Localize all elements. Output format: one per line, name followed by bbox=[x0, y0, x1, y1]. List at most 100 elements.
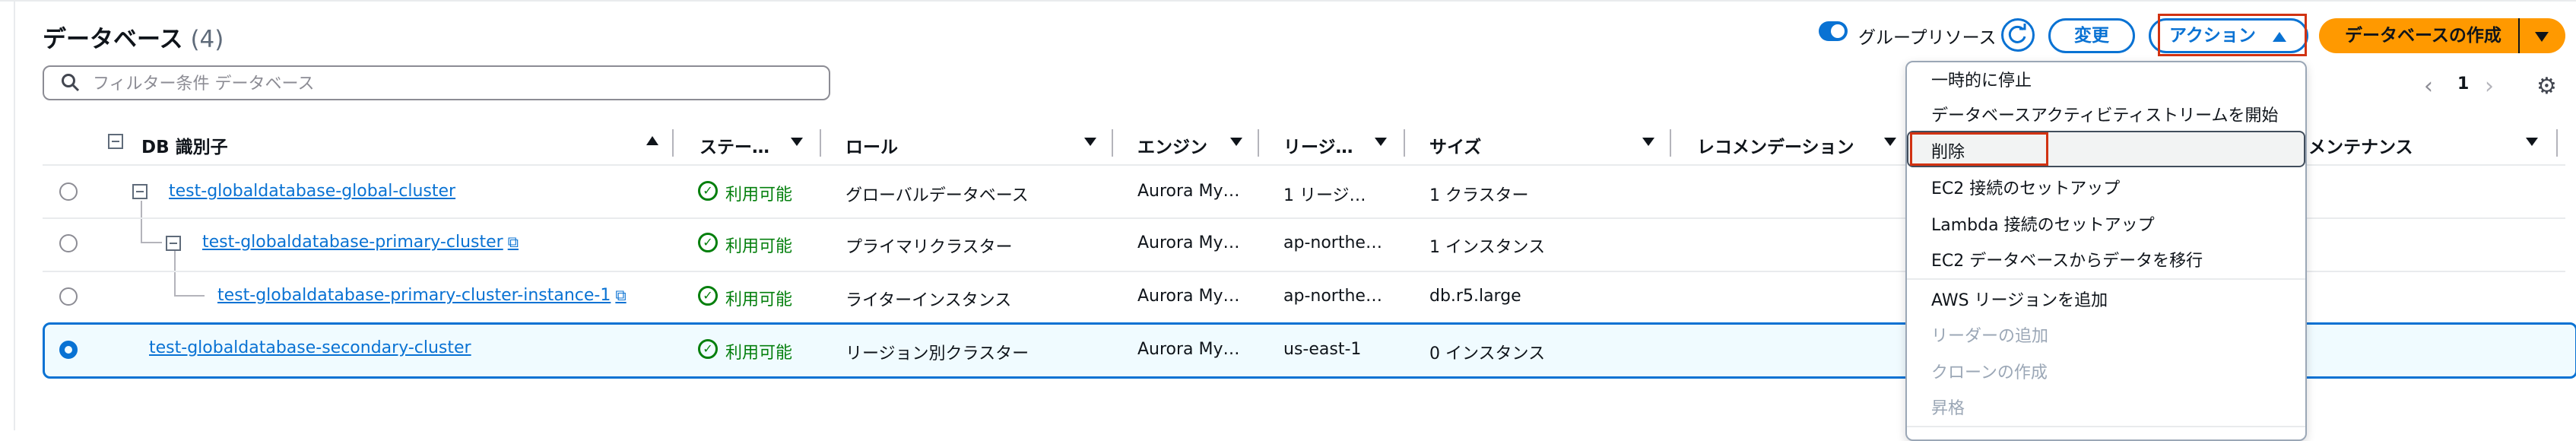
status-check-icon: ✓ bbox=[698, 286, 718, 306]
menu-item-ec2-connection[interactable]: EC2 接続のセットアップ bbox=[1931, 175, 2120, 199]
refresh-button[interactable] bbox=[2001, 18, 2035, 52]
status-check-icon: ✓ bbox=[698, 233, 718, 252]
region-cell: us-east-1 bbox=[1283, 340, 1362, 359]
column-header-maintenance[interactable]: メンテナンス bbox=[2308, 132, 2413, 157]
filter-search-box bbox=[43, 65, 830, 100]
create-split-divider bbox=[2518, 18, 2520, 53]
column-divider[interactable] bbox=[672, 129, 674, 157]
row-select-radio-selected[interactable] bbox=[59, 341, 78, 359]
delete-highlight-box bbox=[1910, 132, 2048, 166]
size-cell: 1 クラスター bbox=[1429, 186, 1529, 205]
collapse-icon[interactable] bbox=[166, 236, 181, 251]
db-identifier-link[interactable]: test-globaldatabase-primary-cluster-inst… bbox=[217, 286, 627, 305]
actions-highlight-box bbox=[2158, 14, 2307, 56]
engine-cell: Aurora My… bbox=[1137, 287, 1240, 306]
region-cell: ap-northe… bbox=[1283, 287, 1382, 306]
caret-down-icon[interactable] bbox=[1884, 138, 1896, 146]
db-identifier-link[interactable]: test-globaldatabase-global-cluster bbox=[169, 182, 455, 201]
status-text: 利用可能 bbox=[725, 186, 793, 205]
pagination-prev-button[interactable]: ‹ bbox=[2424, 73, 2433, 100]
column-header-db-identifier[interactable]: DB 識別子 bbox=[141, 132, 228, 157]
search-icon bbox=[62, 74, 80, 92]
db-identifier-text[interactable]: test-globaldatabase-primary-cluster-inst… bbox=[217, 286, 611, 305]
pagination-next-button[interactable]: › bbox=[2485, 73, 2494, 100]
column-header-size[interactable]: サイズ bbox=[1429, 132, 1481, 157]
page-title: データベース (4) bbox=[43, 20, 224, 54]
caret-down-icon[interactable] bbox=[1230, 138, 1242, 146]
modify-button[interactable]: 変更 bbox=[2048, 18, 2135, 53]
collapse-all-icon[interactable] bbox=[108, 134, 123, 149]
caret-down-icon[interactable] bbox=[1084, 138, 1096, 146]
column-divider[interactable] bbox=[2556, 129, 2558, 157]
pagination-current-page[interactable]: 1 bbox=[2457, 75, 2469, 94]
column-header-status[interactable]: ステー… bbox=[700, 132, 769, 157]
menu-item-promote: 昇格 bbox=[1931, 399, 1965, 418]
filter-input[interactable] bbox=[91, 71, 809, 96]
group-resources-toggle[interactable] bbox=[1819, 21, 1848, 41]
region-cell: 1 リージ… bbox=[1283, 186, 1366, 205]
column-header-region[interactable]: リージ… bbox=[1283, 132, 1353, 157]
tree-line bbox=[174, 295, 205, 297]
left-border bbox=[14, 0, 15, 430]
tree-line bbox=[141, 242, 162, 243]
menu-divider bbox=[1907, 426, 2305, 427]
tree-line bbox=[174, 251, 176, 295]
caret-down-icon[interactable] bbox=[791, 138, 803, 146]
engine-cell: Aurora My… bbox=[1137, 182, 1240, 201]
menu-item-pause[interactable]: 一時的に停止 bbox=[1931, 67, 2032, 91]
column-divider[interactable] bbox=[820, 129, 821, 157]
column-divider[interactable] bbox=[1112, 129, 1113, 157]
role-cell: プライマリクラスター bbox=[845, 238, 1013, 257]
region-cell: ap-northe… bbox=[1283, 233, 1382, 252]
status-text: 利用可能 bbox=[725, 237, 793, 256]
menu-divider bbox=[1907, 278, 2305, 280]
column-header-recommendation[interactable]: レコメンデーション bbox=[1697, 132, 1854, 157]
caret-down-icon[interactable] bbox=[2535, 32, 2549, 42]
caret-down-icon[interactable] bbox=[2526, 138, 2538, 146]
external-link-icon[interactable]: ⧉ bbox=[508, 233, 519, 251]
caret-down-icon[interactable] bbox=[1642, 138, 1654, 146]
column-divider[interactable] bbox=[1258, 129, 1259, 157]
role-cell: ライターインスタンス bbox=[845, 291, 1012, 310]
role-cell: グローバルデータベース bbox=[845, 186, 1029, 205]
collapse-icon[interactable] bbox=[132, 184, 148, 199]
engine-cell: Aurora My… bbox=[1137, 340, 1240, 359]
menu-item-migrate-ec2[interactable]: EC2 データベースからデータを移行 bbox=[1931, 247, 2203, 271]
db-identifier-link[interactable]: test-globaldatabase-secondary-cluster bbox=[149, 338, 471, 357]
menu-item-add-reader: リーダーの追加 bbox=[1931, 327, 2049, 346]
toggle-knob bbox=[1831, 24, 1845, 38]
row-select-radio[interactable] bbox=[59, 234, 78, 252]
sort-up-icon[interactable] bbox=[646, 136, 658, 145]
page-title-text: データベース bbox=[43, 26, 183, 53]
size-cell: 0 インスタンス bbox=[1429, 344, 1546, 363]
column-divider[interactable] bbox=[1404, 129, 1405, 157]
tree-line bbox=[141, 201, 142, 242]
database-count: (4) bbox=[190, 26, 224, 53]
db-identifier-text[interactable]: test-globaldatabase-primary-cluster bbox=[202, 233, 503, 252]
column-header-engine[interactable]: エンジン bbox=[1137, 132, 1207, 157]
column-header-role[interactable]: ロール bbox=[845, 132, 898, 157]
menu-item-start-activity-stream[interactable]: データベースアクティビティストリームを開始 bbox=[1931, 102, 2279, 126]
menu-item-lambda-connection[interactable]: Lambda 接続のセットアップ bbox=[1931, 211, 2155, 236]
caret-down-icon[interactable] bbox=[1375, 138, 1387, 146]
db-identifier-link[interactable]: test-globaldatabase-primary-cluster ⧉ bbox=[202, 233, 519, 252]
create-database-label: データベースの作成 bbox=[2345, 26, 2501, 46]
external-link-icon[interactable]: ⧉ bbox=[615, 286, 626, 304]
refresh-icon bbox=[2008, 24, 2026, 43]
size-cell: db.r5.large bbox=[1429, 287, 1521, 306]
top-border bbox=[0, 0, 2576, 2]
column-divider[interactable] bbox=[1670, 129, 1671, 157]
size-cell: 1 インスタンス bbox=[1429, 238, 1546, 257]
settings-icon[interactable]: ⚙ bbox=[2536, 73, 2557, 100]
status-text: 利用可能 bbox=[725, 290, 793, 309]
engine-cell: Aurora My… bbox=[1137, 233, 1240, 252]
status-text: 利用可能 bbox=[725, 344, 793, 363]
row-select-radio[interactable] bbox=[59, 287, 78, 306]
menu-item-add-region[interactable]: AWS リージョンを追加 bbox=[1931, 287, 2108, 311]
group-resources-label: グループリソース bbox=[1858, 28, 1997, 48]
row-select-radio[interactable] bbox=[59, 182, 78, 201]
create-database-button[interactable]: データベースの作成 bbox=[2319, 18, 2565, 53]
status-check-icon: ✓ bbox=[698, 339, 718, 359]
status-check-icon: ✓ bbox=[698, 181, 718, 201]
menu-item-create-clone: クローンの作成 bbox=[1931, 363, 2048, 382]
